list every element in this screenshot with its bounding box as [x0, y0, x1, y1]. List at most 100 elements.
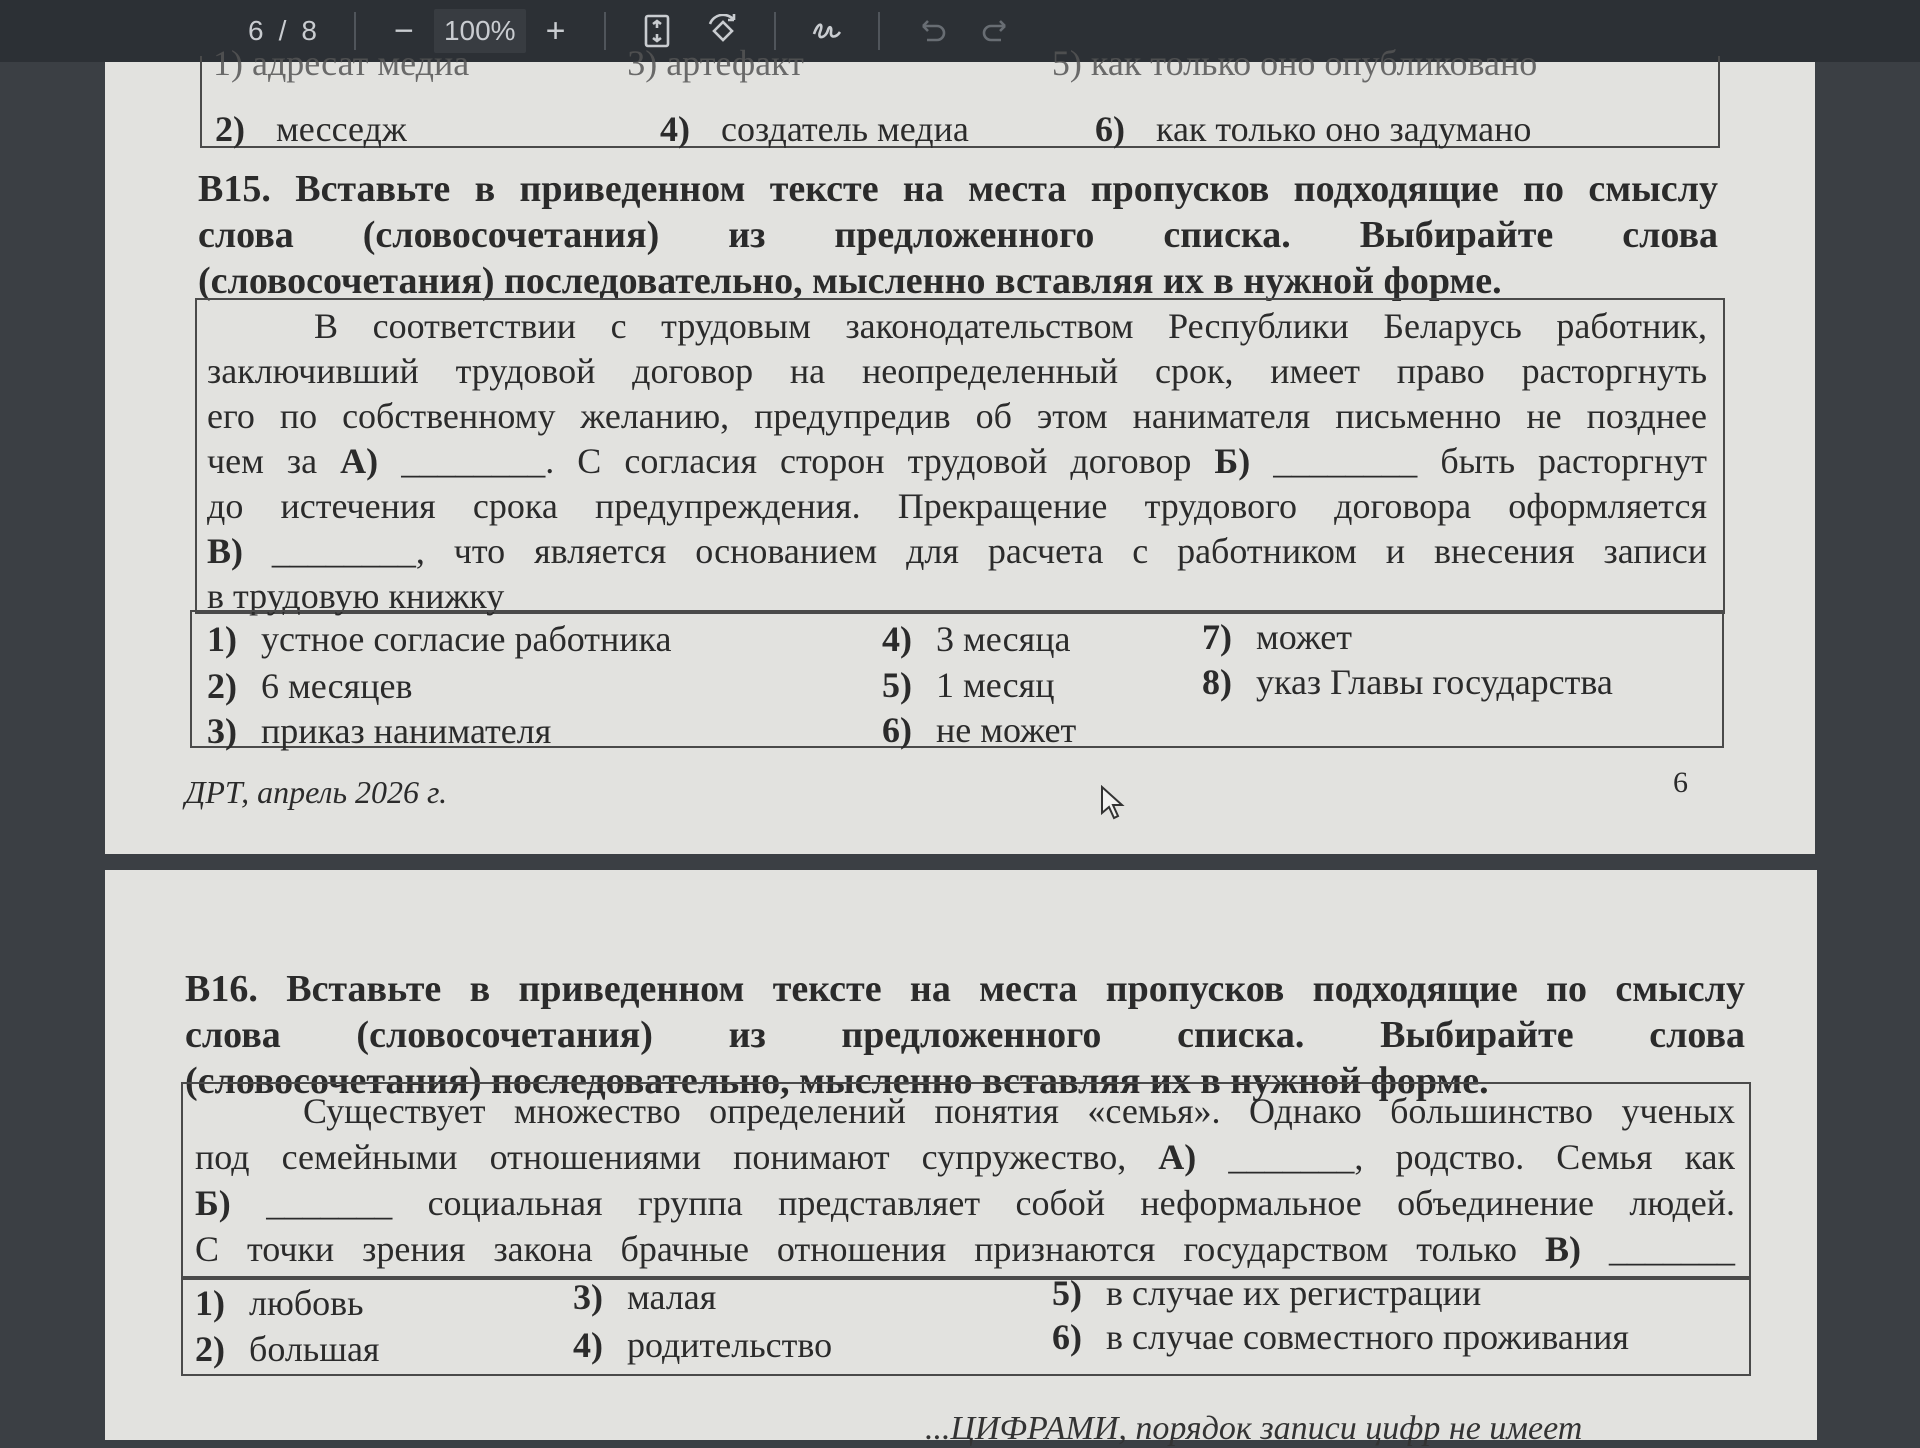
gap-label-b: Б) [195, 1183, 231, 1223]
b16-option-2: 2) большая [195, 1326, 379, 1372]
b16-text-line-4: С точки зрения закона брачные отношения … [195, 1226, 1735, 1272]
b16-text-line-3: Б) _______ социальная группа представляе… [195, 1180, 1735, 1226]
option-number: 6) [1052, 1317, 1082, 1357]
prev-option-5: 5) как только оно опубликовано [1051, 43, 1538, 83]
b16-line-1: B16. Вставьте в приведенном тексте на ме… [185, 966, 1745, 1012]
b15-instruction: B15. Вставьте в приведенном тексте на ме… [198, 166, 1718, 304]
option-number: 6) [882, 710, 912, 750]
b15-option-4: 4) 3 месяца [882, 616, 1070, 662]
page-footer-label: ДРТ, апрель 2026 г. [185, 774, 448, 810]
b16-line-2: слова (словосочетания) из предложенного … [185, 1014, 1745, 1056]
b15-text-line-2: заключивший трудовой договор на неопреде… [207, 351, 1707, 391]
option-number: 4) [660, 109, 690, 149]
gap-label-c: В) [1545, 1229, 1582, 1269]
mouse-cursor-icon [1101, 785, 1125, 820]
b15-option-2: 2) 6 месяцев [207, 663, 412, 709]
prev-option-6: 6) как только оно задумано [1095, 106, 1531, 152]
gap-label-b: Б) [1214, 441, 1251, 481]
b15-option-8: 8) указ Главы государства [1202, 659, 1613, 705]
option-number: 7) [1202, 617, 1232, 657]
b15-text-line-3: его по собственному желанию, предупредив… [207, 396, 1707, 436]
b15-option-7: 7) может [1202, 614, 1352, 660]
option-number: 4) [882, 619, 912, 659]
b16-option-5: 5) в случае их регистрации [1052, 1270, 1481, 1316]
question-number: B16. [185, 968, 258, 1010]
b15-text-line-1: В соответствии с трудовым законодательст… [314, 306, 1707, 346]
option-number: 2) [215, 109, 245, 149]
instruction-text: Вставьте в приведенном тексте на места п… [295, 168, 1718, 210]
prev-option-1: 1) адресат медиа [213, 43, 470, 83]
option-number: 2) [195, 1329, 225, 1369]
text-fragment: С точки зрения закона брачные отношения … [195, 1229, 1546, 1269]
option-number: 5) [882, 665, 912, 705]
option-text: в случае совместного проживания [1106, 1317, 1629, 1357]
option-text: любовь [249, 1283, 364, 1323]
b15-text-line-4: чем за А) ________. С согласия сторон тр… [207, 439, 1707, 484]
blank-c: _______ [1609, 1229, 1736, 1269]
prev-option-4: 4) создатель медиа [660, 106, 969, 152]
text-fragment: чем за [207, 441, 341, 481]
option-text: месседж [276, 109, 407, 149]
text-fragment: . С согласия сторон трудовой договор [545, 441, 1215, 481]
text-fragment: под семейными отношениями понимают супру… [195, 1137, 1159, 1177]
option-text: как только оно задумано [1156, 109, 1532, 149]
gap-label-a: А) [1158, 1137, 1197, 1177]
prev-option-3: 3) артефакт [627, 43, 804, 83]
blank-c: ________ [271, 531, 416, 571]
option-number: 6) [1095, 109, 1125, 149]
option-text: в случае их регистрации [1106, 1273, 1482, 1313]
option-text: создатель медиа [721, 109, 969, 149]
option-text: приказ нанимателя [261, 711, 552, 751]
option-text: малая [627, 1277, 717, 1317]
b15-text: В соответствии с трудовым законодательст… [207, 304, 1707, 619]
option-text: родительство [627, 1325, 833, 1365]
b15-option-3: 3) приказ нанимателя [207, 708, 551, 754]
option-number: 3) [573, 1277, 603, 1317]
b15-text-line-6: В) ________, что является основанием для… [207, 529, 1707, 574]
b15-option-5: 5) 1 месяц [882, 662, 1054, 708]
pdf-page-7: B16. Вставьте в приведенном тексте на ме… [105, 870, 1817, 1447]
option-text: устное согласие работника [261, 619, 672, 659]
prev-option-2: 2) месседж [215, 106, 407, 152]
option-number: 1) [207, 619, 237, 659]
option-text: 3 месяца [936, 619, 1071, 659]
blank-b: ________ [1273, 441, 1418, 481]
blank-a: ________ [401, 441, 546, 481]
b15-line-2: слова (словосочетания) из предложенного … [198, 214, 1718, 256]
page-number: 6 [1673, 766, 1688, 799]
b16-text-line-1: Существует множество определений понятия… [303, 1091, 1735, 1131]
option-text: указ Главы государства [1256, 662, 1613, 702]
b15-option-1: 1) устное согласие работника [207, 616, 671, 662]
b16-text: Существует множество определений понятия… [195, 1088, 1735, 1272]
text-fragment: быть расторгнут [1417, 441, 1708, 481]
option-number: 1) [195, 1283, 225, 1323]
blank-b: _______ [266, 1183, 393, 1223]
blank-a: _______ [1228, 1137, 1355, 1177]
gap-label-a: А) [340, 441, 379, 481]
option-number: 5) [1052, 1273, 1082, 1313]
option-number: 3) [207, 711, 237, 751]
text-fragment: социальная группа представляет собой неф… [392, 1183, 1736, 1223]
option-number: 8) [1202, 662, 1232, 702]
b15-text-line-5: до истечения срока предупреждения. Прекр… [207, 486, 1707, 526]
b16-text-line-2: под семейными отношениями понимают супру… [195, 1134, 1735, 1180]
b16-option-6: 6) в случае совместного проживания [1052, 1314, 1629, 1360]
gap-label-c: В) [207, 531, 243, 571]
b15-option-6: 6) не может [882, 707, 1076, 753]
b16-option-1: 1) любовь [195, 1280, 364, 1326]
b16-option-3: 3) малая [573, 1274, 716, 1320]
option-text: не может [936, 710, 1077, 750]
option-number: 2) [207, 666, 237, 706]
option-number: 4) [573, 1325, 603, 1365]
b16-option-4: 4) родительство [573, 1322, 832, 1368]
option-text: может [1256, 617, 1352, 657]
b15-line-1: B15. Вставьте в приведенном тексте на ме… [198, 166, 1718, 212]
option-text: большая [249, 1329, 380, 1369]
option-text: 1 месяц [936, 665, 1055, 705]
instruction-text: Вставьте в приведенном тексте на места п… [286, 968, 1745, 1010]
option-text: 6 месяцев [261, 666, 413, 706]
question-number: B15. [198, 168, 271, 210]
text-fragment: , что является основанием для расчета с … [415, 531, 1707, 571]
text-fragment: , родство. Семья как [1354, 1137, 1736, 1177]
prev-table-cut-row: 1) адресат медиа 3) артефакт 5) как толь… [213, 40, 1537, 86]
